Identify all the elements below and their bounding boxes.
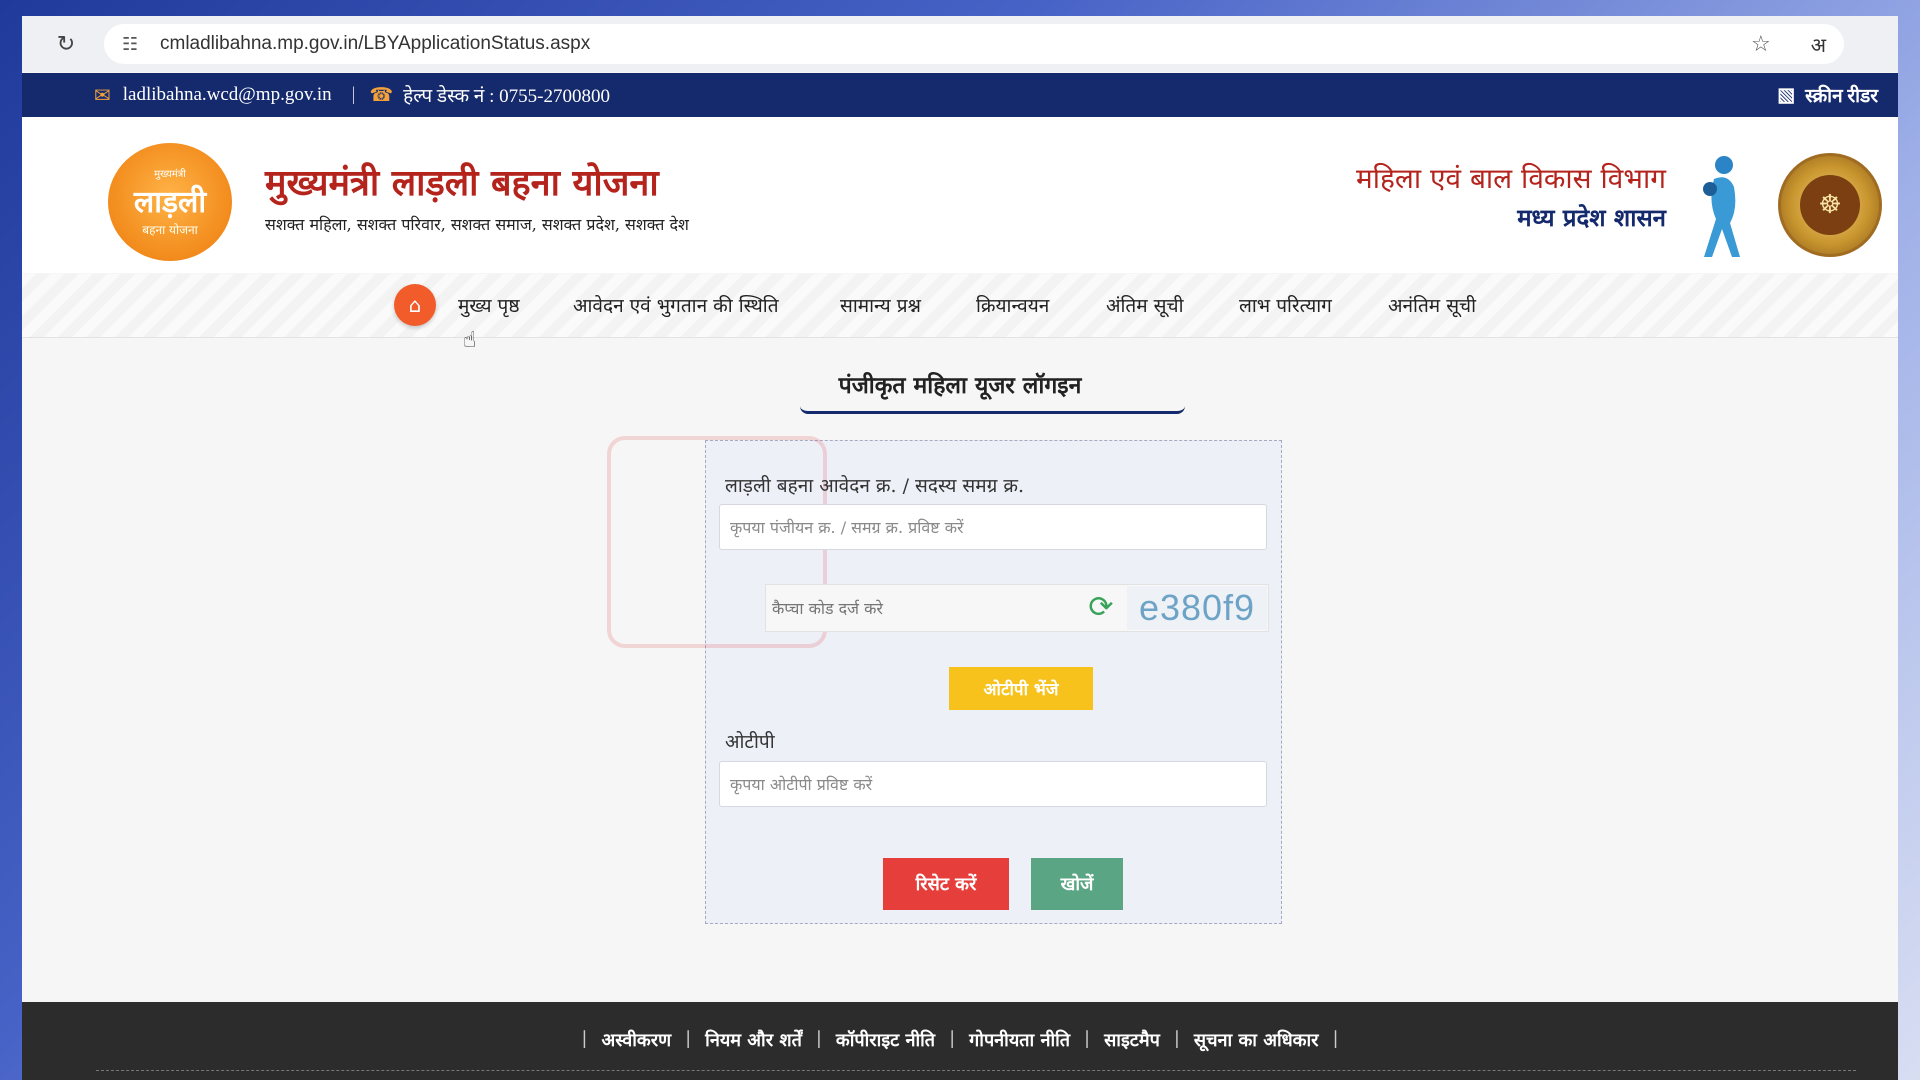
site-title: मुख्यमंत्री लाड़ली बहना योजना: [265, 162, 659, 204]
divider: |: [1084, 1028, 1091, 1049]
email-link[interactable]: ladlibahna.wcd@mp.gov.in: [123, 84, 332, 106]
divider: |: [1332, 1028, 1339, 1049]
divider: |: [815, 1028, 822, 1049]
screen-reader-link[interactable]: ▧ स्क्रीन रीडर: [1777, 82, 1878, 108]
reload-icon[interactable]: ↻: [46, 32, 86, 57]
home-icon[interactable]: ⌂: [394, 284, 436, 326]
mother-child-figure-icon: [1703, 156, 1740, 257]
logo-text-main: लाड़ली: [133, 185, 207, 220]
helpdesk-text: हेल्प डेस्क नं : 0755-2700800: [403, 86, 610, 107]
divider: |: [949, 1028, 956, 1049]
refresh-captcha-icon[interactable]: ⟳: [1083, 590, 1119, 626]
reset-button[interactable]: रिसेट करें: [883, 858, 1009, 910]
footer-link-sitemap[interactable]: साइटमैप: [1104, 1028, 1160, 1052]
bookmark-star-icon[interactable]: ☆: [1751, 32, 1771, 57]
footer-link-copyright[interactable]: कॉपीराइट नीति: [836, 1028, 935, 1052]
nav-item-implementation[interactable]: क्रियान्वयन: [976, 292, 1049, 318]
footer-rule: [96, 1070, 1856, 1071]
address-bar[interactable]: ☷ cmladlibahna.mp.gov.in/LBYApplicationS…: [104, 24, 1844, 64]
url-text[interactable]: cmladlibahna.mp.gov.in/LBYApplicationSta…: [160, 33, 1751, 55]
translate-icon[interactable]: अ: [1811, 31, 1826, 58]
nav-item-benefit-surrender[interactable]: लाभ परित्याग: [1239, 292, 1332, 318]
site-header: मुख्यमंत्री लाड़ली बहना योजना मुख्यमंत्र…: [22, 117, 1898, 273]
divider: |: [685, 1028, 692, 1049]
footer-link-rti[interactable]: सूचना का अधिकार: [1194, 1028, 1319, 1052]
footer-link-terms[interactable]: नियम और शर्तें: [705, 1028, 802, 1052]
captcha-input[interactable]: [766, 585, 1066, 631]
book-icon: ▧: [1777, 84, 1796, 106]
footer-link-privacy[interactable]: गोपनीयता नीति: [969, 1028, 1070, 1052]
application-number-input[interactable]: [719, 504, 1267, 550]
application-number-label: लाड़ली बहना आवेदन क्र. / सदस्य समग्र क्र…: [725, 475, 1024, 497]
scheme-logo[interactable]: मुख्यमंत्री लाड़ली बहना योजना: [108, 143, 232, 261]
logo-text-bottom: बहना योजना: [142, 223, 198, 237]
nav-item-provisional-list[interactable]: अनंतिम सूची: [1388, 292, 1476, 318]
phone-icon: ☎: [369, 84, 394, 106]
nav-item-faq[interactable]: सामान्य प्रश्न: [840, 292, 921, 318]
nav-item-final-list[interactable]: अंतिम सूची: [1106, 292, 1184, 318]
search-button[interactable]: खोजें: [1031, 858, 1123, 910]
login-heading: पंजीकृत महिला यूजर लॉगइन: [838, 372, 1082, 399]
site-footer: | अस्वीकरण | नियम और शर्तें | कॉपीराइट न…: [22, 1002, 1898, 1080]
nav-item-home[interactable]: मुख्य पृष्ठ: [458, 292, 520, 318]
footer-links: | अस्वीकरण | नियम और शर्तें | कॉपीराइट न…: [22, 1028, 1898, 1052]
department-title: महिला एवं बाल विकास विभाग: [1355, 162, 1666, 195]
department-subtitle: मध्य प्रदेश शासन: [1517, 203, 1666, 232]
divider: |: [1173, 1028, 1180, 1049]
mail-icon: ✉: [94, 84, 111, 107]
site-tagline: सशक्त महिला, सशक्त परिवार, सशक्त समाज, स…: [265, 215, 689, 234]
heading-underline: [800, 406, 1185, 414]
main-navigation: ⌂ मुख्य पृष्ठ आवेदन एवं भुगतान की स्थिति…: [22, 274, 1898, 338]
captcha-image: e380f9: [1127, 586, 1267, 630]
browser-toolbar: ↻ ☷ cmladlibahna.mp.gov.in/LBYApplicatio…: [22, 16, 1898, 72]
mp-govt-emblem: ☸: [1778, 153, 1882, 257]
browser-window: ↻ ☷ cmladlibahna.mp.gov.in/LBYApplicatio…: [22, 16, 1898, 1080]
contact-strip: ✉ ladlibahna.wcd@mp.gov.in | ☎ हेल्प डेस…: [22, 73, 1898, 117]
divider: |: [581, 1028, 588, 1049]
nav-item-application-status[interactable]: आवेदन एवं भुगतान की स्थिति: [573, 292, 779, 318]
otp-label: ओटीपी: [725, 731, 775, 753]
emblem-center-icon: ☸: [1800, 175, 1860, 235]
screen-reader-label: स्क्रीन रीडर: [1805, 86, 1878, 107]
divider: |: [351, 84, 356, 105]
footer-link-disclaimer[interactable]: अस्वीकरण: [601, 1028, 671, 1052]
otp-input[interactable]: [719, 761, 1267, 807]
hand-cursor-icon: ☝: [463, 328, 477, 353]
send-otp-button[interactable]: ओटीपी भेंजे: [949, 667, 1093, 710]
logo-text-top: मुख्यमंत्री: [154, 169, 186, 180]
site-settings-icon[interactable]: ☷: [122, 34, 148, 55]
